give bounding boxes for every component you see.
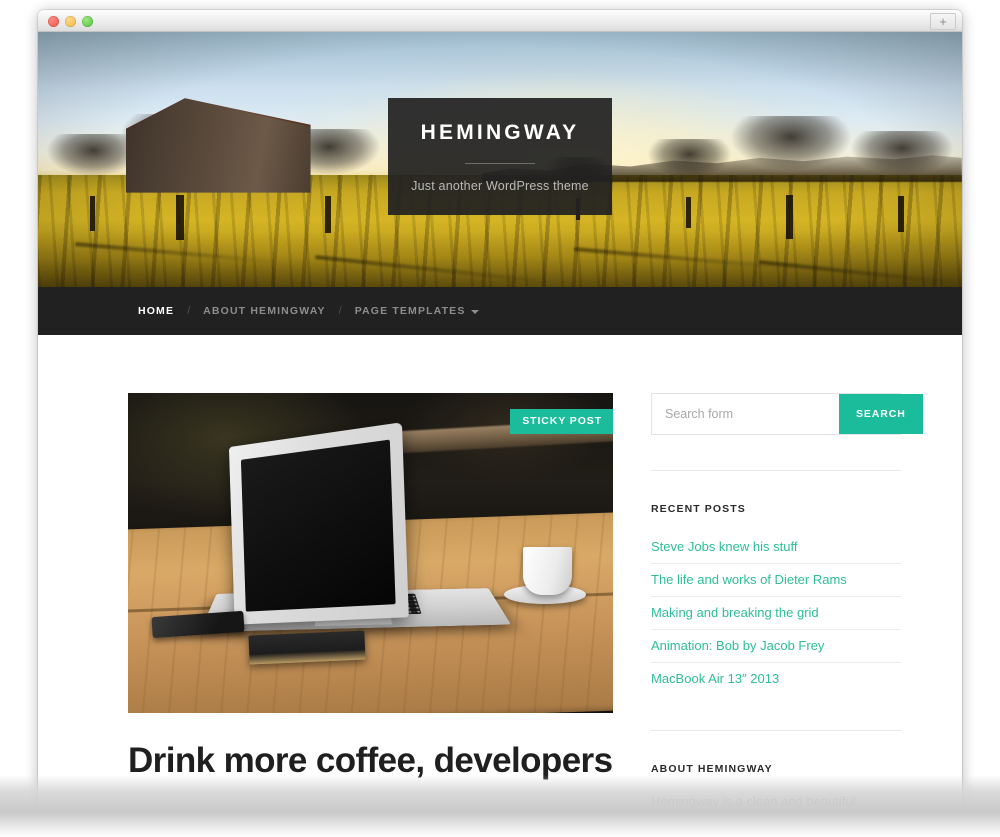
- widget-divider: [651, 730, 901, 731]
- widget-divider: [651, 470, 901, 471]
- recent-post-link[interactable]: Animation: Bob by Jacob Frey: [651, 630, 901, 662]
- nav-separator: /: [338, 305, 342, 317]
- sticky-post-badge[interactable]: STICKY POST: [510, 409, 613, 434]
- search-form: SEARCH: [651, 393, 923, 435]
- site-body: STICKY POST Drink more coffee, developer…: [38, 335, 962, 813]
- chevron-down-icon[interactable]: [470, 309, 479, 314]
- nav-list: HOME / ABOUT HEMINGWAY / PAGE TEMPLATES: [138, 305, 479, 317]
- post-title[interactable]: Drink more coffee, developers: [128, 741, 613, 781]
- minimize-window-button[interactable]: [65, 16, 76, 27]
- laptop-lid: [228, 421, 410, 624]
- recent-post-link[interactable]: MacBook Air 13″ 2013: [651, 663, 901, 695]
- featured-post: STICKY POST Drink more coffee, developer…: [128, 393, 613, 781]
- list-item: Steve Jobs knew his stuff: [651, 531, 901, 564]
- browser-window: + HEMINGWAY Just another WordPress theme…: [38, 10, 962, 837]
- site-title: HEMINGWAY: [420, 121, 580, 144]
- nav-item-label: PAGE TEMPLATES: [354, 305, 466, 317]
- site-viewport: HEMINGWAY Just another WordPress theme H…: [38, 32, 962, 837]
- content-column: STICKY POST Drink more coffee, developer…: [38, 393, 613, 812]
- close-window-button[interactable]: [48, 16, 59, 27]
- nav-item-page-templates[interactable]: PAGE TEMPLATES: [355, 305, 479, 317]
- new-tab-icon[interactable]: +: [930, 13, 956, 30]
- list-item: The life and works of Dieter Rams: [651, 564, 901, 597]
- recent-post-link[interactable]: The life and works of Dieter Rams: [651, 564, 901, 596]
- nav-item-label: HOME: [138, 305, 175, 317]
- site-tagline: Just another WordPress theme: [411, 179, 589, 193]
- list-item: Making and breaking the grid: [651, 597, 901, 630]
- site-title-plate: HEMINGWAY Just another WordPress theme: [388, 98, 612, 215]
- nav-separator: /: [187, 305, 191, 317]
- window-controls: [48, 16, 93, 27]
- about-widget: ABOUT HEMINGWAY Hemingway is a clean and…: [651, 763, 901, 812]
- list-item: Animation: Bob by Jacob Frey: [651, 630, 901, 663]
- screenshot-root: + HEMINGWAY Just another WordPress theme…: [0, 0, 1000, 837]
- site-hero-header: HEMINGWAY Just another WordPress theme: [38, 32, 962, 287]
- search-input[interactable]: [652, 394, 839, 434]
- nav-item-about-hemingway[interactable]: ABOUT HEMINGWAY: [203, 305, 325, 317]
- nav-item-label: ABOUT HEMINGWAY: [203, 305, 326, 317]
- list-item: MacBook Air 13″ 2013: [651, 663, 901, 695]
- featured-post-image[interactable]: STICKY POST: [128, 393, 613, 713]
- about-widget-title: ABOUT HEMINGWAY: [651, 763, 773, 775]
- recent-post-link[interactable]: Making and breaking the grid: [651, 597, 901, 629]
- maximize-window-button[interactable]: [82, 16, 93, 27]
- notebook-and-pen: [248, 630, 367, 665]
- recent-post-link[interactable]: Steve Jobs knew his stuff: [651, 531, 901, 563]
- search-button[interactable]: SEARCH: [839, 394, 923, 434]
- primary-navigation: HOME / ABOUT HEMINGWAY / PAGE TEMPLATES: [38, 287, 962, 335]
- nav-item-home[interactable]: HOME: [138, 305, 174, 317]
- recent-posts-title: RECENT POSTS: [651, 503, 746, 515]
- browser-titlebar: +: [38, 10, 962, 32]
- title-divider: [465, 163, 535, 164]
- sidebar: SEARCH RECENT POSTS Steve Jobs knew his …: [651, 393, 923, 812]
- laptop-screen: [240, 439, 396, 611]
- recent-posts-widget: RECENT POSTS Steve Jobs knew his stuff T…: [651, 503, 901, 695]
- coffee-cup: [523, 546, 572, 595]
- about-widget-text: Hemingway is a clean and beautiful: [651, 794, 856, 809]
- recent-posts-list: Steve Jobs knew his stuff The life and w…: [651, 531, 901, 695]
